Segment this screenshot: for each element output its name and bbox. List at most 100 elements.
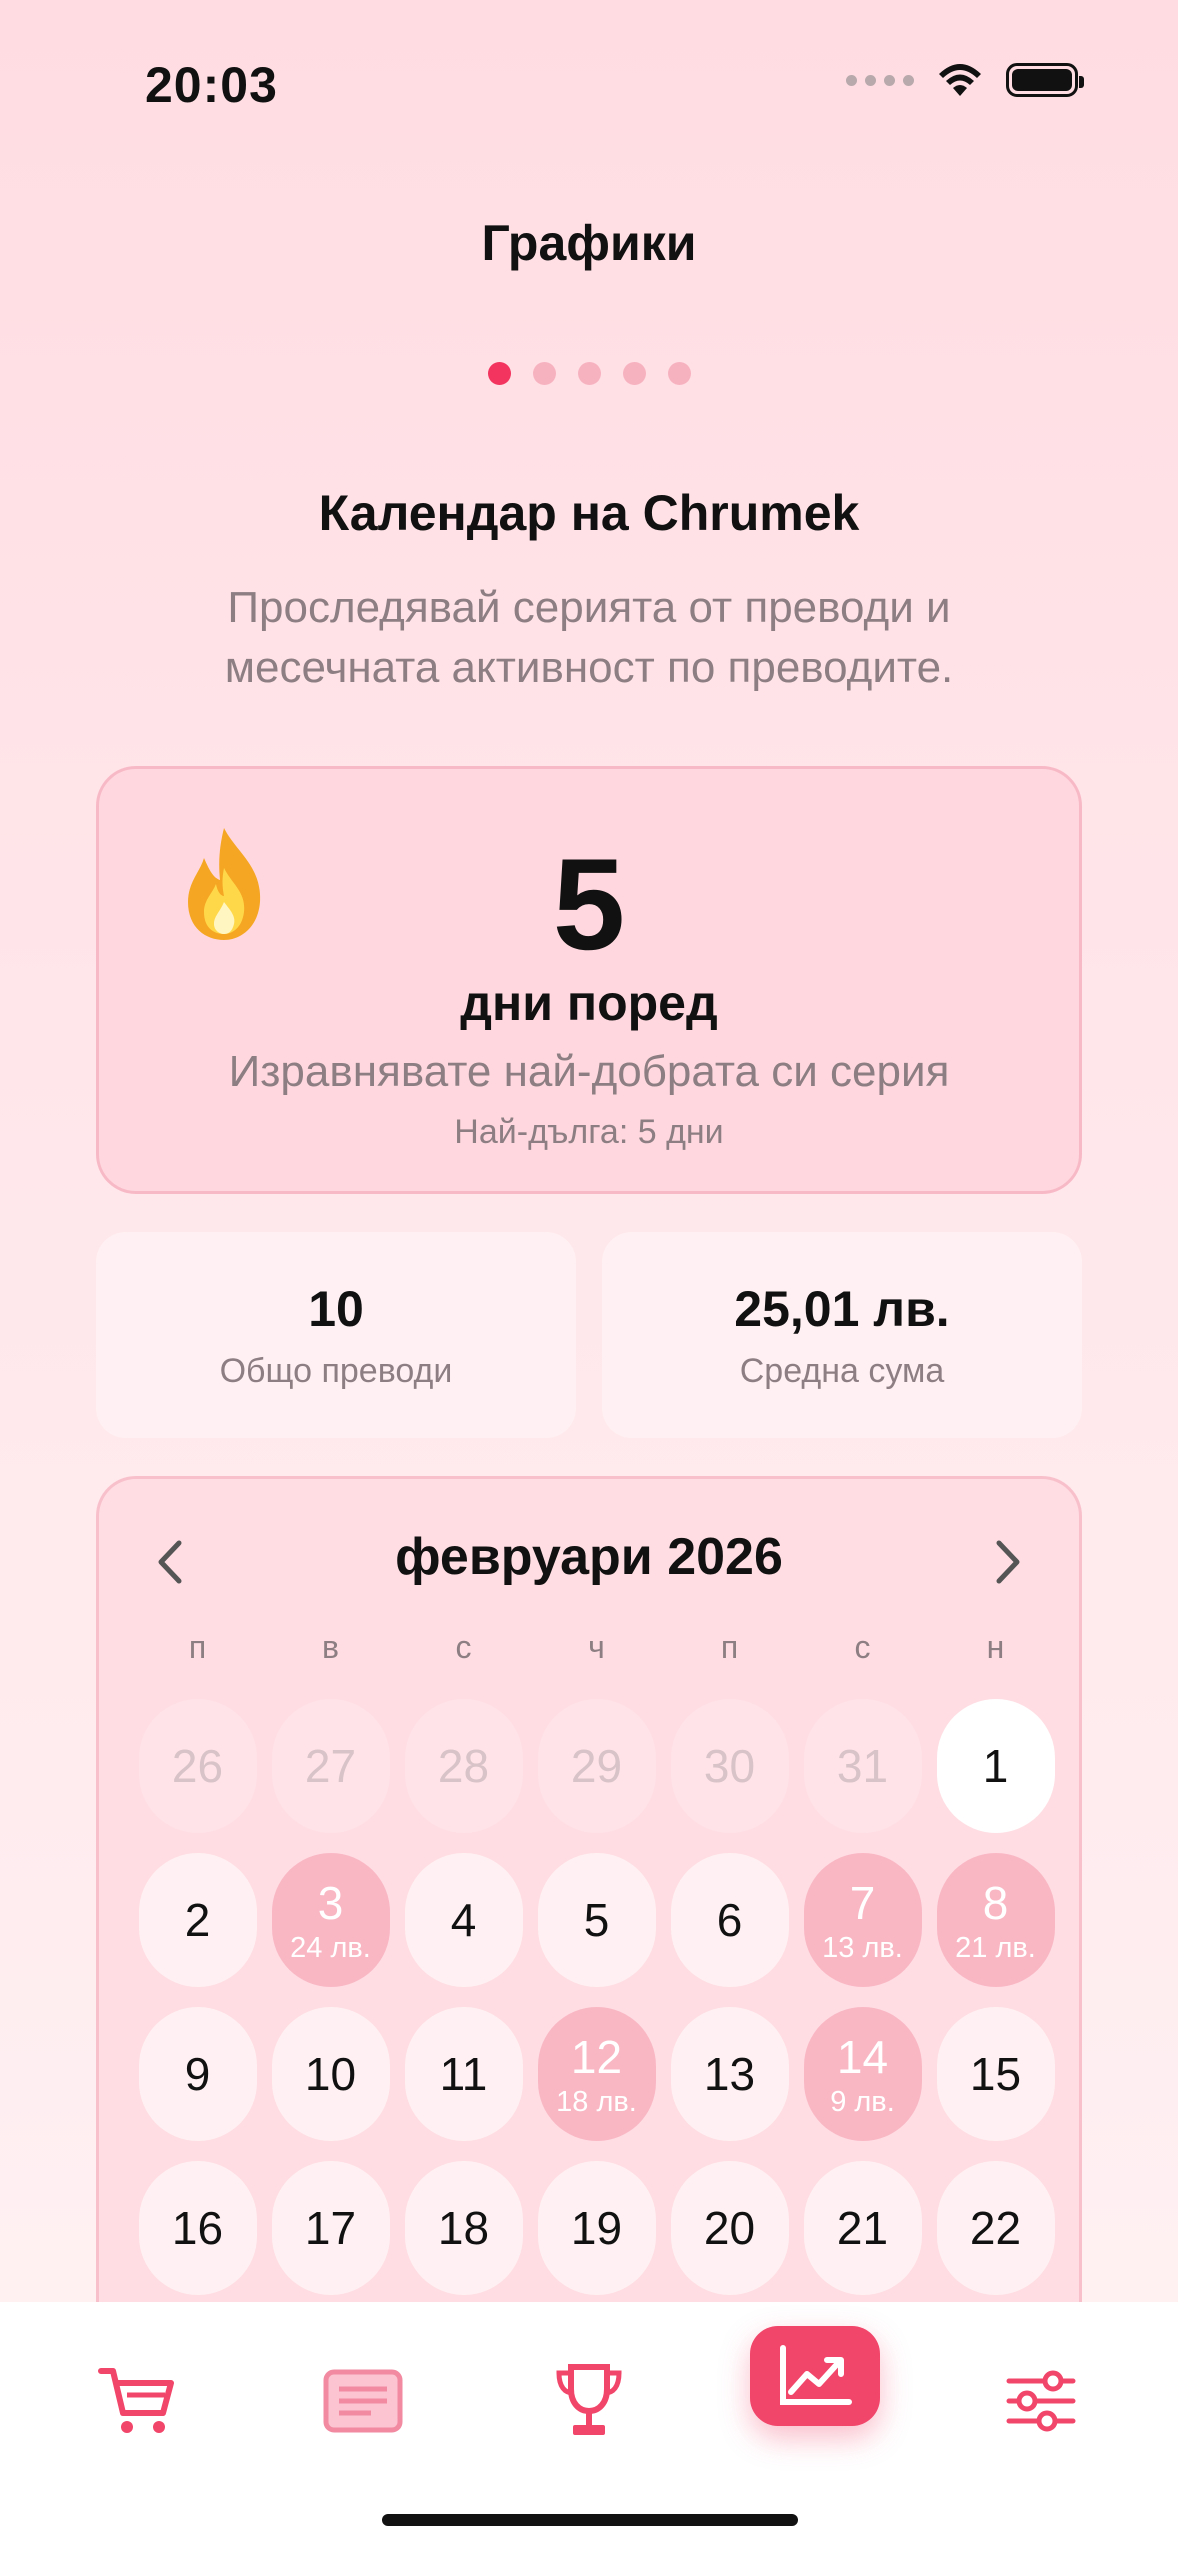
streak-best: Най-дълга: 5 дни (454, 1113, 724, 1151)
calendar-day[interactable]: 1 (936, 1699, 1055, 1833)
day-number: 27 (304, 1740, 357, 1792)
status-bar: 20:03 (0, 0, 1178, 140)
calendar-day[interactable]: 15 (936, 2007, 1055, 2141)
day-number: 30 (703, 1740, 756, 1792)
day-number: 8 (982, 1876, 1009, 1929)
day-number: 16 (171, 2202, 224, 2254)
weekday-label: п (720, 1629, 739, 1665)
day-amount: 13 лв. (822, 1931, 903, 1964)
tab-settings[interactable] (986, 2346, 1096, 2456)
calendar-day[interactable]: 3 24 лв. (271, 1853, 390, 1987)
day-number: 19 (570, 2202, 623, 2254)
weekday-label: н (986, 1629, 1005, 1665)
day-number: 14 (836, 2030, 889, 2083)
calendar-day[interactable]: 14 9 лв. (803, 2007, 922, 2141)
total-transfers-label: Общо преводи (219, 1352, 453, 1390)
tab-charts[interactable] (750, 2326, 880, 2426)
streak-count: 5 (552, 831, 626, 977)
day-number: 10 (304, 2048, 357, 2100)
calendar-day[interactable]: 7 13 лв. (803, 1853, 922, 1987)
day-number: 18 (437, 2202, 490, 2254)
average-amount-label: Средна сума (739, 1352, 945, 1390)
next-month-button[interactable] (993, 1535, 1023, 1595)
signal-icon (846, 74, 914, 86)
calendar-day[interactable]: 21 (803, 2161, 922, 2295)
calendar-day[interactable]: 31 (803, 1699, 922, 1833)
calendar-day[interactable]: 17 (271, 2161, 390, 2295)
tab-shop[interactable] (82, 2346, 192, 2456)
calendar-day[interactable]: 2 (138, 1853, 257, 1987)
calendar-day[interactable]: 27 (271, 1699, 390, 1833)
calendar-day[interactable]: 16 (138, 2161, 257, 2295)
total-transfers-value: 10 (308, 1281, 364, 1337)
weekday-label: ч (588, 1629, 605, 1665)
calendar-day[interactable]: 12 18 лв. (537, 2007, 656, 2141)
calendar-day[interactable]: 10 (271, 2007, 390, 2141)
day-number: 11 (439, 2048, 488, 2100)
day-number: 12 (570, 2030, 623, 2083)
chart-icon (780, 2345, 852, 2405)
day-number: 29 (570, 1740, 623, 1792)
day-number: 3 (317, 1876, 344, 1929)
page-dot[interactable] (622, 362, 646, 385)
weekday-label: в (322, 1629, 339, 1665)
calendar-day[interactable]: 5 (537, 1853, 656, 1987)
day-amount: 24 лв. (290, 1931, 371, 1964)
weekday-label: п (188, 1629, 207, 1665)
calendar-grid: 26 27 28 29 30 31 1 2 3 24 лв. 4 5 6 7 13 лв. 8 21 лв. 9 1… (131, 1699, 1062, 2315)
day-number: 17 (304, 2202, 357, 2254)
total-transfers-card: 10 Общо преводи (96, 1232, 576, 1438)
page-dot[interactable] (667, 362, 691, 385)
calendar-day[interactable]: 9 (138, 2007, 257, 2141)
calendar-day[interactable]: 4 (404, 1853, 523, 1987)
average-amount-value: 25,01 лв. (734, 1281, 950, 1337)
page-indicator[interactable] (0, 362, 1178, 385)
calendar-day[interactable]: 18 (404, 2161, 523, 2295)
battery-icon (1006, 63, 1084, 97)
day-number: 1 (982, 1740, 1009, 1792)
day-number: 13 (703, 2048, 756, 2100)
calendar-day[interactable]: 26 (138, 1699, 257, 1833)
calendar-day[interactable]: 8 21 лв. (936, 1853, 1055, 1987)
day-number: 26 (171, 1740, 224, 1792)
day-number: 6 (716, 1894, 743, 1946)
day-number: 31 (836, 1740, 889, 1792)
list-icon (323, 2369, 403, 2433)
calendar-day[interactable]: 29 (537, 1699, 656, 1833)
day-number: 22 (969, 2202, 1022, 2254)
calendar-month-label: февруари 2026 (395, 1528, 783, 1586)
calendar-day[interactable]: 28 (404, 1699, 523, 1833)
day-number: 28 (437, 1740, 490, 1792)
wifi-icon (939, 64, 981, 96)
day-number: 15 (969, 2048, 1022, 2100)
day-number: 21 (836, 2202, 889, 2254)
calendar-day[interactable]: 11 (404, 2007, 523, 2141)
status-time: 20:03 (145, 57, 278, 113)
calendar-card: февруари 2026 пвсчпсн 26 27 28 29 30 31 1 2 3 24 … (96, 1476, 1082, 2376)
day-number: 4 (450, 1894, 477, 1946)
day-amount: 9 лв. (830, 2085, 895, 2118)
section-title: Календар на Chrumek (318, 485, 860, 541)
calendar-day[interactable]: 20 (670, 2161, 789, 2295)
trophy-icon (556, 2364, 622, 2435)
sliders-icon (1006, 2370, 1076, 2432)
tab-list[interactable] (308, 2346, 418, 2456)
tab-achievements[interactable] (534, 2346, 644, 2456)
day-number: 5 (583, 1894, 610, 1946)
page-dot[interactable] (487, 362, 511, 385)
calendar-day[interactable]: 6 (670, 1853, 789, 1987)
calendar-day[interactable]: 13 (670, 2007, 789, 2141)
day-amount: 18 лв. (556, 2085, 637, 2118)
calendar-day[interactable]: 22 (936, 2161, 1055, 2295)
calendar-day[interactable]: 19 (537, 2161, 656, 2295)
day-number: 20 (703, 2202, 756, 2254)
streak-message: Изравнявате най-добрата си серия (228, 1047, 950, 1096)
day-number: 2 (184, 1894, 211, 1946)
status-icons (846, 62, 1084, 98)
cart-icon (98, 2368, 174, 2433)
day-number: 9 (184, 2048, 211, 2100)
weekday-header: пвсчпсн (131, 1629, 1062, 1666)
calendar-day[interactable]: 30 (670, 1699, 789, 1833)
page-dot[interactable] (577, 362, 601, 385)
page-dot[interactable] (532, 362, 556, 385)
